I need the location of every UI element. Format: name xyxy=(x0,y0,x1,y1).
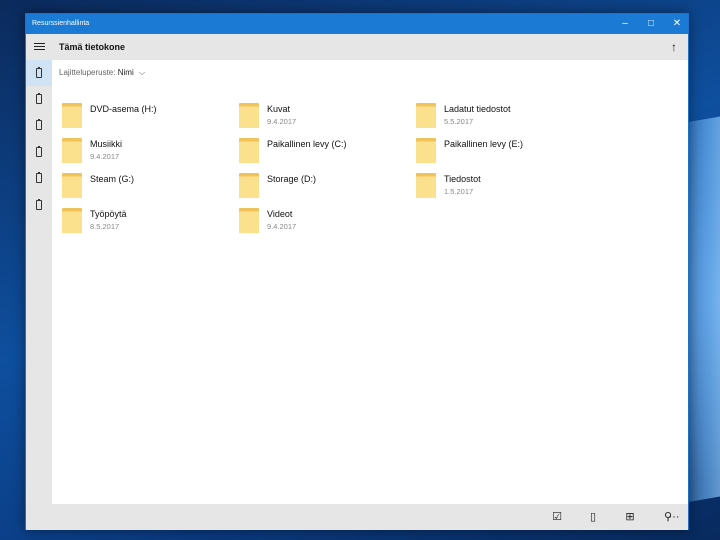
sort-dropdown[interactable]: Lajitteluperuste: Nimi ⌵ xyxy=(59,68,145,78)
folder-item[interactable]: Tiedostot 1.5.2017 xyxy=(416,173,586,203)
file-explorer-window: Resurssienhallinta – □ ✕ Tämä tietokone … xyxy=(25,13,689,530)
folder-item[interactable]: Paikallinen levy (E:) xyxy=(416,138,586,168)
folder-item[interactable]: Kuvat 9.4.2017 xyxy=(239,103,409,133)
drive-icon xyxy=(36,93,42,104)
sort-label: Lajitteluperuste: xyxy=(59,68,116,77)
item-name: Paikallinen levy (C:) xyxy=(267,139,347,149)
item-name: Storage (D:) xyxy=(267,174,317,184)
item-date: 8.5.2017 xyxy=(90,222,120,231)
folder-icon xyxy=(62,208,82,233)
item-name: Työpöytä xyxy=(90,209,127,219)
chevron-down-icon: ⌵ xyxy=(138,68,146,77)
folder-icon xyxy=(62,173,82,198)
folder-item[interactable]: Storage (D:) xyxy=(239,173,409,203)
drive-icon xyxy=(36,199,42,210)
up-arrow-icon[interactable]: ↑ xyxy=(666,39,682,55)
folder-item[interactable]: Musiikki 9.4.2017 xyxy=(62,138,232,168)
folder-item[interactable]: Paikallinen levy (C:) xyxy=(239,138,409,168)
sidebar-item-this-pc[interactable] xyxy=(26,60,52,86)
maximize-button[interactable]: □ xyxy=(638,14,664,34)
drive-icon xyxy=(36,119,42,130)
location-header: Tämä tietokone ↑ xyxy=(26,34,688,60)
item-date: 9.4.2017 xyxy=(267,117,297,126)
sidebar xyxy=(26,60,52,530)
drive-icon xyxy=(36,146,42,157)
item-name: Steam (G:) xyxy=(90,174,135,184)
item-name: Videot xyxy=(267,209,293,219)
device-icon[interactable]: ▯ xyxy=(579,504,607,530)
folder-icon xyxy=(62,138,82,163)
folder-icon xyxy=(239,138,259,163)
item-date: 9.4.2017 xyxy=(267,222,297,231)
folder-item[interactable]: DVD-asema (H:) xyxy=(62,103,232,133)
folder-item[interactable]: Videot 9.4.2017 xyxy=(239,208,409,238)
folder-item[interactable]: Steam (G:) xyxy=(62,173,232,203)
bottom-command-bar: ☑ ▯ ⊞ ⚲ xyxy=(52,504,688,530)
drive-icon xyxy=(36,172,42,183)
folder-icon xyxy=(62,103,82,128)
title-bar[interactable]: Resurssienhallinta – □ ✕ xyxy=(26,14,688,34)
sidebar-item-drive[interactable] xyxy=(26,86,52,112)
item-name: Kuvat xyxy=(267,104,291,114)
item-date: 5.5.2017 xyxy=(444,117,474,126)
sidebar-item-drive[interactable] xyxy=(26,112,52,138)
folder-item[interactable]: Ladatut tiedostot 5.5.2017 xyxy=(416,103,586,133)
drive-icon xyxy=(36,67,42,78)
more-options-icon[interactable]: ··· xyxy=(660,504,688,530)
item-name: Tiedostot xyxy=(444,174,481,184)
select-icon[interactable]: ☑ xyxy=(543,504,571,530)
item-date: 1.5.2017 xyxy=(444,187,474,196)
item-name: Ladatut tiedostot xyxy=(444,104,511,114)
minimize-button[interactable]: – xyxy=(612,14,638,34)
grid-view-icon[interactable]: ⊞ xyxy=(616,504,644,530)
item-name: Musiikki xyxy=(90,139,123,149)
sidebar-item-drive[interactable] xyxy=(26,139,52,165)
hamburger-menu-icon[interactable] xyxy=(26,34,52,60)
window-title: Resurssienhallinta xyxy=(32,20,90,27)
close-button[interactable]: ✕ xyxy=(664,14,690,34)
folder-icon xyxy=(416,138,436,163)
item-name: DVD-asema (H:) xyxy=(90,104,157,114)
folder-item[interactable]: Työpöytä 8.5.2017 xyxy=(62,208,232,238)
location-title: Tämä tietokone xyxy=(59,42,126,52)
item-name: Paikallinen levy (E:) xyxy=(444,139,524,149)
folder-icon xyxy=(239,103,259,128)
file-grid: Lajitteluperuste: Nimi ⌵ DVD-asema (H:) … xyxy=(52,60,688,504)
item-date: 9.4.2017 xyxy=(90,152,120,161)
sort-value: Nimi xyxy=(117,68,134,77)
folder-icon xyxy=(239,173,259,198)
folder-icon xyxy=(416,173,436,198)
sidebar-item-drive[interactable] xyxy=(26,192,52,218)
sidebar-item-drive[interactable] xyxy=(26,165,52,191)
folder-icon xyxy=(239,208,259,233)
folder-icon xyxy=(416,103,436,128)
